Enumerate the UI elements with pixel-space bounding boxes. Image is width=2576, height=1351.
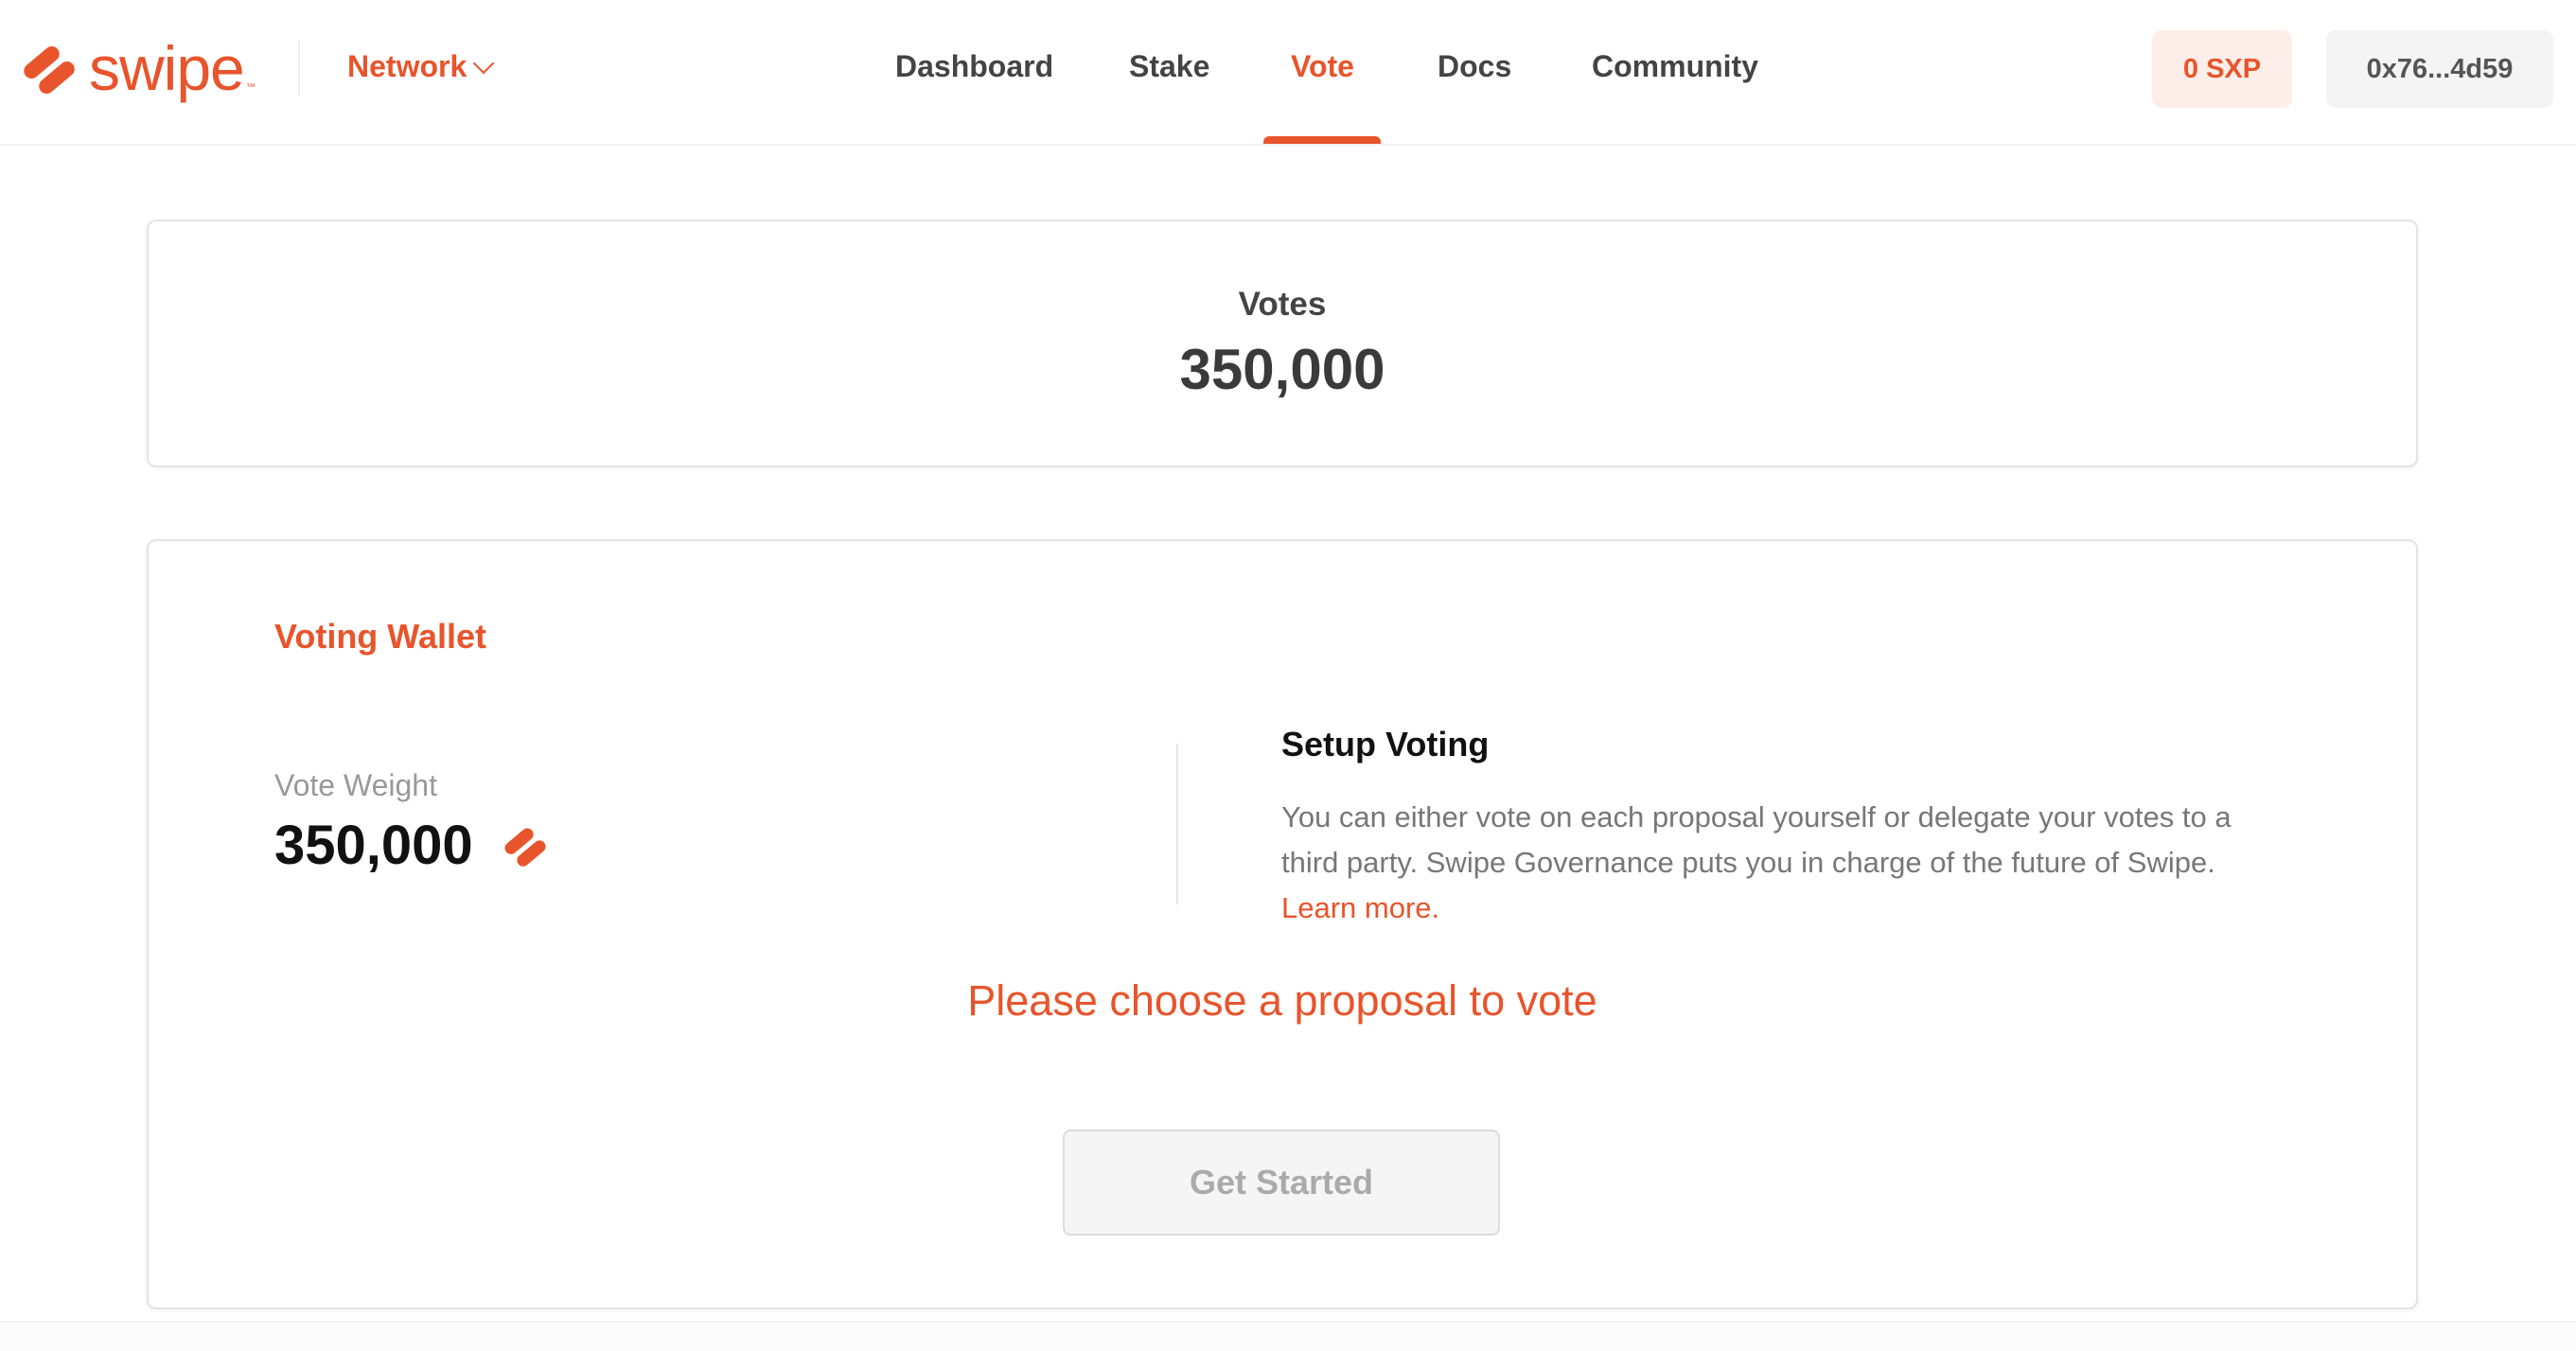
setup-voting-description: You can either vote on each proposal you…: [1281, 800, 2232, 879]
votes-label: Votes: [1238, 286, 1327, 323]
footer-band: [0, 1321, 2576, 1351]
top-header: swipe ™ Network Dashboard Stake Vote Doc…: [0, 0, 2576, 146]
get-started-button[interactable]: Get Started: [1063, 1130, 1500, 1236]
swipe-logo-icon: [504, 827, 546, 867]
nav-vote[interactable]: Vote: [1291, 49, 1354, 84]
vote-weight-amount: 350,000: [274, 815, 473, 876]
section-divider: [1176, 744, 1178, 904]
sxp-balance-button[interactable]: 0 SXP: [2152, 30, 2292, 108]
choose-proposal-message: Please choose a proposal to vote: [967, 976, 1597, 1025]
nav-stake[interactable]: Stake: [1129, 49, 1209, 84]
vote-weight-value: 350,000: [274, 814, 553, 877]
voting-wallet-card: Voting Wallet Vote Weight 350,000 Setup …: [147, 539, 2418, 1309]
setup-voting-title: Setup Voting: [1281, 725, 1490, 763]
nav-dashboard[interactable]: Dashboard: [895, 49, 1053, 84]
learn-more-link[interactable]: Learn more.: [1281, 886, 1439, 931]
nav-docs[interactable]: Docs: [1438, 49, 1511, 84]
wallet-address-button[interactable]: 0x76...4d59: [2326, 30, 2553, 108]
voting-wallet-title: Voting Wallet: [274, 617, 486, 656]
votes-summary-card: Votes 350,000: [147, 219, 2418, 467]
active-tab-indicator: [1263, 136, 1381, 144]
vote-weight-label: Vote Weight: [274, 768, 437, 802]
nav-community[interactable]: Community: [1592, 49, 1758, 84]
votes-value: 350,000: [1179, 338, 1385, 401]
